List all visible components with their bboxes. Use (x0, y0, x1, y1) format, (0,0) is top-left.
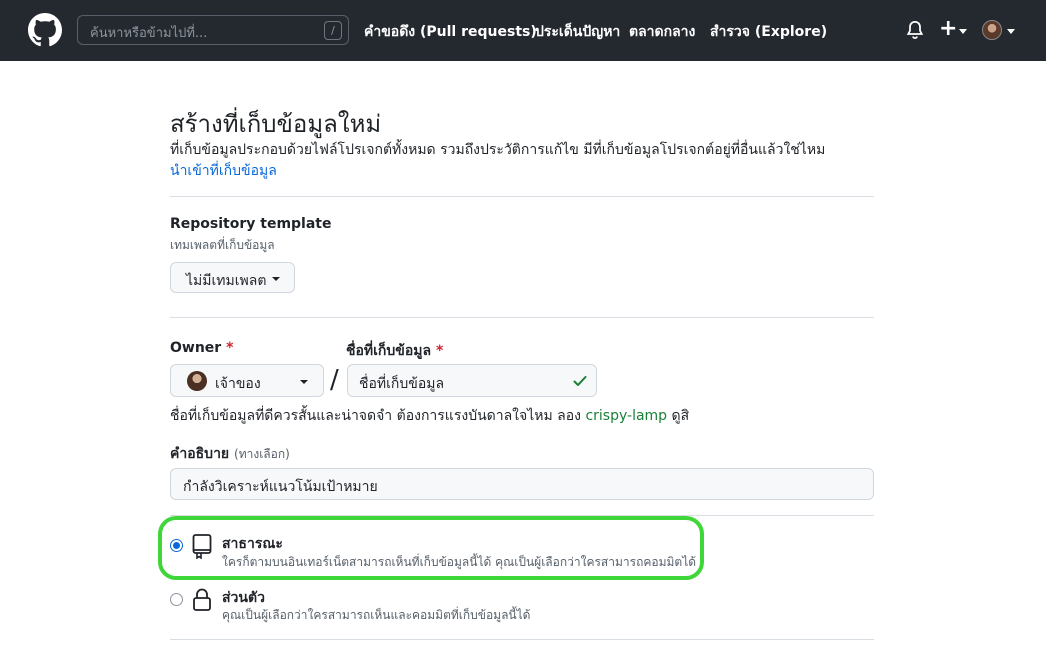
private-description: คุณเป็นผู้เลือกว่าใครสามารถเห็นและคอมมิต… (222, 608, 531, 622)
description-input[interactable]: กำลังวิเคราะห์แนวโน้มเป้าหมาย (170, 468, 874, 500)
repo-name-label-text: ชื่อที่เก็บข้อมูล (346, 343, 432, 359)
description-value: กำลังวิเคราะห์แนวโน้มเป้าหมาย (183, 479, 378, 495)
nav-pull-requests[interactable]: คำขอดึง (Pull requests) (364, 21, 537, 43)
create-new-plus-icon[interactable]: + (939, 18, 957, 40)
required-asterisk: * (435, 343, 444, 359)
description-label-text: คำอธิบาย (170, 446, 230, 462)
page-subtitle: ที่เก็บข้อมูลประกอบด้วยไฟล์โปรเจกต์ทั้งห… (170, 142, 826, 158)
helper-suffix: ดูสิ (671, 408, 690, 424)
public-option-highlight (158, 516, 704, 580)
check-icon (573, 376, 587, 386)
divider (170, 317, 874, 318)
search-placeholder: ค้นหาหรือข้ามไปที่... (90, 26, 208, 41)
owner-select-button[interactable]: เจ้าของ (170, 364, 324, 397)
repo-name-label: ชื่อที่เก็บข้อมูล * (346, 340, 443, 362)
search-input[interactable]: ค้นหาหรือข้ามไปที่... / (77, 15, 349, 45)
notifications-bell-icon[interactable] (905, 20, 925, 40)
owner-label: Owner * (170, 340, 233, 356)
repo-name-input[interactable]: ชื่อที่เก็บข้อมูล (347, 364, 597, 397)
create-new-chevron-down-icon[interactable] (959, 29, 967, 34)
template-select-button[interactable]: ไม่มีเทมเพลต (170, 262, 295, 293)
slash-shortcut-icon: / (324, 21, 342, 40)
user-menu-chevron-down-icon[interactable] (1007, 29, 1015, 34)
required-asterisk: * (226, 340, 234, 356)
template-label: Repository template (170, 216, 332, 232)
page-title: สร้างที่เก็บข้อมูลใหม่ (170, 110, 382, 138)
import-repository-link[interactable]: นำเข้าที่เก็บข้อมูล (170, 160, 277, 182)
nav-marketplace[interactable]: ตลาดกลาง (629, 21, 695, 43)
github-logo-icon[interactable] (28, 13, 62, 47)
helper-prefix: ชื่อที่เก็บข้อมูลที่ดีควรสั้นและน่าจดจำ … (170, 408, 581, 424)
owner-label-text: Owner (170, 340, 222, 356)
chevron-down-icon (272, 277, 280, 281)
owner-select-value: เจ้าของ (215, 376, 261, 392)
owner-repo-separator: / (330, 365, 339, 395)
private-radio[interactable] (170, 593, 183, 606)
template-select-label: ไม่มีเทมเพลต (186, 273, 267, 289)
nav-explore[interactable]: สำรวจ (Explore) (710, 21, 827, 43)
divider (170, 196, 874, 197)
top-navigation-bar: ค้นหาหรือข้ามไปที่... / คำขอดึง (Pull re… (0, 0, 1046, 61)
repo-name-value: ชื่อที่เก็บข้อมูล (359, 376, 445, 392)
optional-hint: (ทางเลือก) (234, 447, 290, 461)
owner-avatar (187, 371, 207, 391)
suggested-name-link[interactable]: crispy-lamp (585, 408, 667, 424)
description-label: คำอธิบาย (ทางเลือก) (170, 443, 290, 465)
nav-issues[interactable]: ประเด็นปัญหา (535, 21, 620, 43)
chevron-down-icon (300, 380, 308, 384)
user-avatar[interactable] (982, 20, 1002, 40)
template-sublabel: เทมเพลตที่เก็บข้อมูล (170, 238, 275, 252)
divider (170, 639, 874, 640)
lock-icon (193, 588, 211, 611)
repo-name-helper-text: ชื่อที่เก็บข้อมูลที่ดีควรสั้นและน่าจดจำ … (170, 405, 689, 427)
